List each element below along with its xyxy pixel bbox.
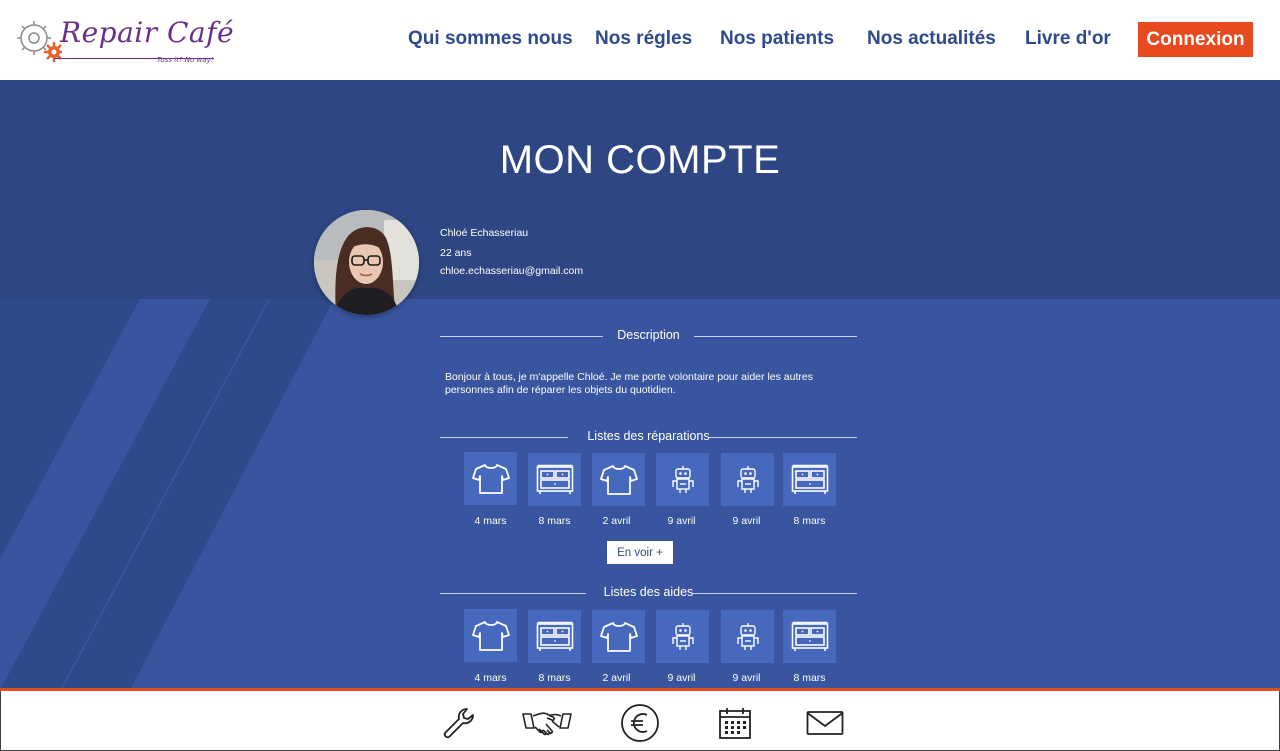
repair-date: 2 avril: [602, 515, 631, 527]
aid-date: 9 avril: [667, 672, 696, 684]
logo-tagline: Toss it? No way!: [157, 56, 214, 64]
profile-email: chloe.echasseriau@gmail.com: [440, 265, 584, 277]
profile-name: Chloé Echasseriau: [440, 227, 529, 239]
repair-date: 8 mars: [793, 515, 826, 527]
dresser-icon: [791, 621, 828, 651]
tshirt-icon: [471, 463, 510, 494]
nav-nos-patients[interactable]: Nos patients: [720, 28, 834, 50]
repair-tile-tshirt[interactable]: [592, 453, 645, 506]
nav-livre-dor[interactable]: Livre d'or: [1025, 28, 1111, 50]
see-more-button[interactable]: En voir +: [607, 541, 673, 564]
description-heading-label: Description: [617, 328, 680, 342]
aids-heading: Listes des aides: [440, 585, 857, 601]
nav-nos-regles[interactable]: Nos régles: [595, 28, 692, 50]
repair-cafe-logo[interactable]: Repair Café Toss it? No way!: [14, 16, 234, 68]
repairs-heading-label: Listes des réparations: [587, 429, 710, 443]
repairs-heading: Listes des réparations: [440, 429, 857, 445]
repair-tile-robot[interactable]: [656, 453, 709, 506]
handshake-icon[interactable]: [522, 703, 572, 743]
aid-tile-dresser[interactable]: [528, 610, 581, 663]
logo-wordmark: Repair Café: [60, 16, 235, 49]
repair-date: 9 avril: [667, 515, 696, 527]
aid-tile-tshirt[interactable]: [464, 609, 517, 662]
repair-tile-dresser[interactable]: [528, 453, 581, 506]
repair-date: 8 mars: [538, 515, 571, 527]
divider: [694, 336, 857, 337]
repair-date: 4 mars: [474, 515, 507, 527]
aids-heading-label: Listes des aides: [603, 585, 694, 599]
robot-icon: [671, 622, 694, 650]
aid-tile-robot[interactable]: [721, 610, 774, 663]
login-button[interactable]: Connexion: [1138, 22, 1253, 57]
aid-date: 4 mars: [474, 672, 507, 684]
aid-tile-robot[interactable]: [656, 610, 709, 663]
hero-banner: [0, 80, 1280, 299]
divider: [691, 593, 857, 594]
wrench-icon[interactable]: [440, 703, 480, 743]
gear-logo-icon: [17, 21, 62, 62]
aid-date: 2 avril: [602, 672, 631, 684]
page-title: MON COMPTE: [499, 138, 781, 182]
tshirt-icon: [599, 464, 638, 495]
dresser-icon: [536, 464, 573, 494]
calendar-icon[interactable]: [715, 703, 755, 743]
aid-date: 8 mars: [793, 672, 826, 684]
repair-tile-dresser[interactable]: [783, 453, 836, 506]
euro-icon[interactable]: [620, 703, 660, 743]
nav-nos-actualites[interactable]: Nos actualités: [867, 28, 996, 50]
aid-date: 9 avril: [732, 672, 761, 684]
tshirt-icon: [599, 621, 638, 652]
mail-icon[interactable]: [805, 703, 845, 743]
aid-date: 8 mars: [538, 672, 571, 684]
robot-icon: [736, 465, 759, 493]
robot-icon: [671, 465, 694, 493]
repair-tile-tshirt[interactable]: [464, 452, 517, 505]
repair-tile-robot[interactable]: [721, 453, 774, 506]
dresser-icon: [536, 621, 573, 651]
repair-date: 9 avril: [732, 515, 761, 527]
description-text: Bonjour à tous, je m'appelle Chloé. Je m…: [445, 371, 813, 396]
divider: [709, 437, 857, 438]
description-heading: Description: [440, 328, 857, 344]
avatar: [314, 210, 419, 315]
top-navbar: Repair Café Toss it? No way! Qui sommes …: [0, 0, 1280, 80]
tshirt-icon: [471, 620, 510, 651]
nav-qui-sommes-nous[interactable]: Qui sommes nous: [408, 28, 573, 50]
dresser-icon: [791, 464, 828, 494]
bottom-toolbar: [0, 688, 1280, 751]
profile-age: 22 ans: [440, 247, 472, 259]
robot-icon: [736, 622, 759, 650]
aid-tile-tshirt[interactable]: [592, 610, 645, 663]
aid-tile-dresser[interactable]: [783, 610, 836, 663]
